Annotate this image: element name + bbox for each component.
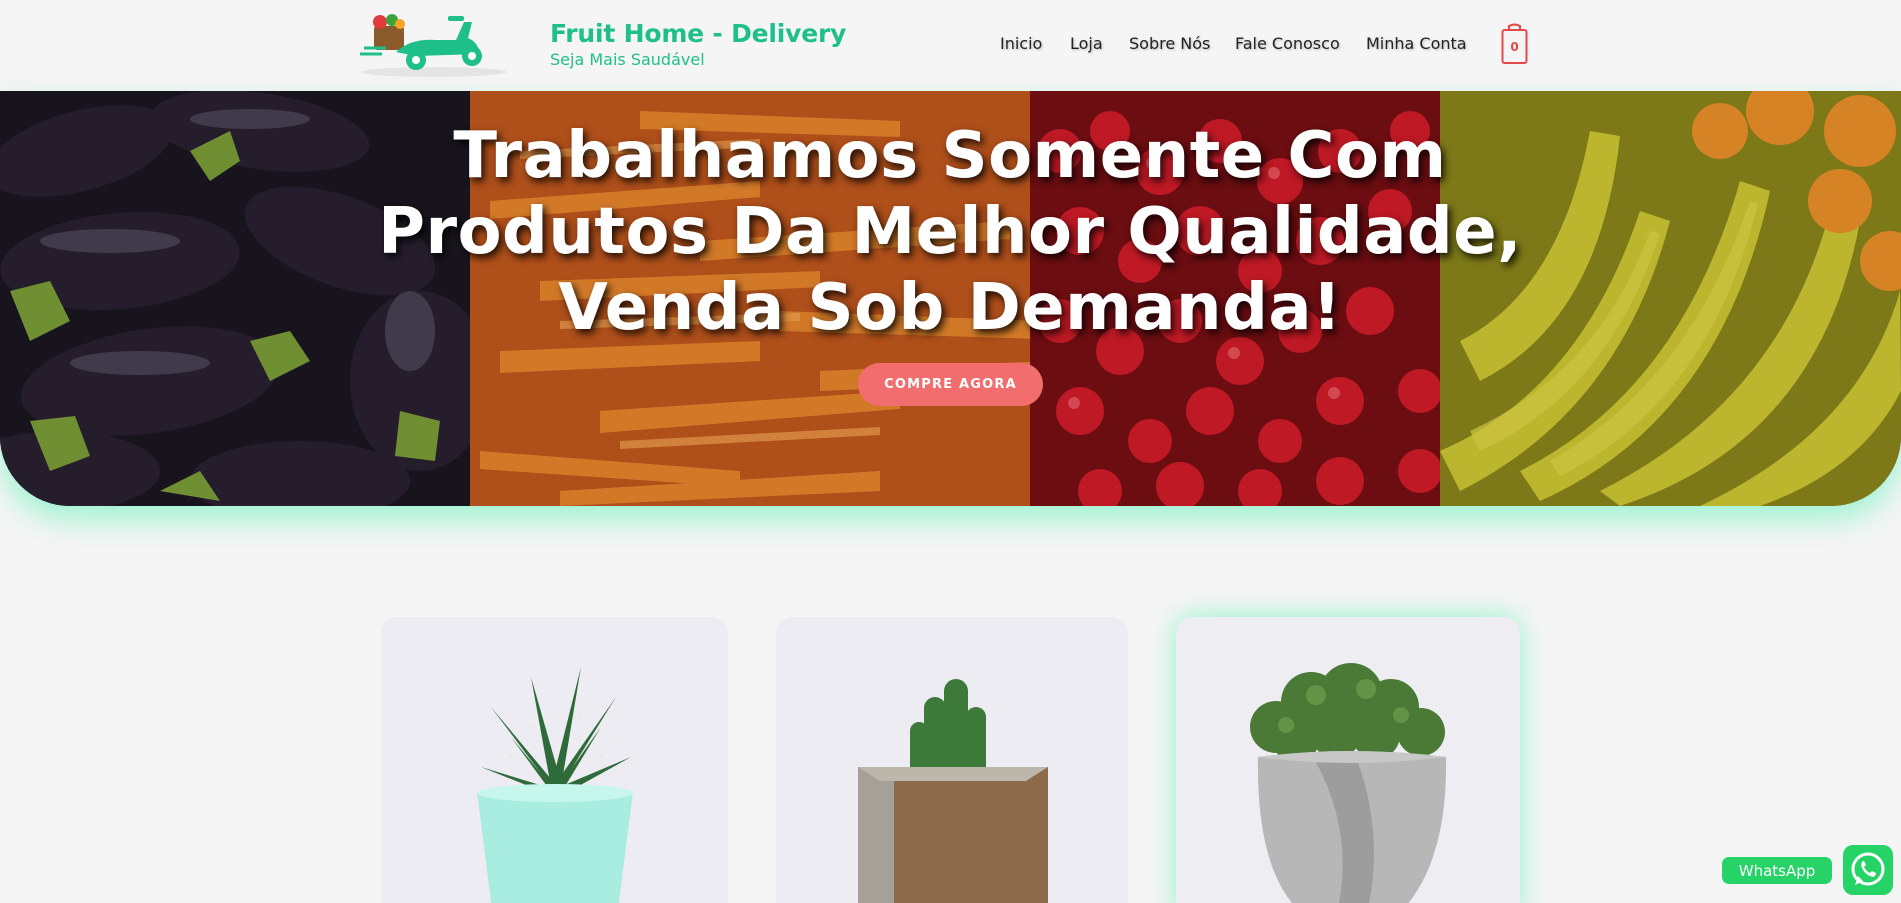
nav-item-sobre-nos[interactable]: Sobre Nós [1129,34,1210,53]
whatsapp-icon [1851,852,1885,886]
shop-now-button[interactable]: COMPRE AGORA [858,363,1043,406]
hero-headline-line-3: Venda Sob Demanda! [558,271,1342,345]
moss-plant-image [1176,617,1520,903]
cactus-plant-image [776,617,1128,903]
nav-item-minha-conta[interactable]: Minha Conta [1366,34,1467,53]
site-header: Fruit Home - Delivery Seja Mais Saudável… [0,0,1901,91]
product-card[interactable] [1176,617,1520,903]
site-tagline: Seja Mais Saudável [550,50,705,69]
product-card[interactable] [381,617,728,903]
whatsapp-label[interactable]: WhatsApp [1722,857,1832,884]
hero-headline-line-1: Trabalhamos Somente Com [453,119,1447,193]
succulent-plant-image [381,617,728,903]
delivery-scooter-logo[interactable] [356,8,516,80]
cart-button[interactable]: 0 [1501,23,1528,65]
site-title[interactable]: Fruit Home - Delivery [550,19,846,48]
nav-item-inicio[interactable]: Inicio [1000,34,1042,53]
hero-banner: Trabalhamos Somente Com Produtos Da Melh… [0,91,1901,506]
hero-headline: Trabalhamos Somente Com Produtos Da Melh… [350,118,1550,346]
nav-item-fale-conosco[interactable]: Fale Conosco [1235,34,1340,53]
whatsapp-button[interactable] [1843,845,1893,895]
cart-count: 0 [1510,40,1519,54]
hero-headline-line-2: Produtos Da Melhor Qualidade, [378,195,1522,269]
nav-item-loja[interactable]: Loja [1070,34,1103,53]
product-card[interactable] [776,617,1128,903]
